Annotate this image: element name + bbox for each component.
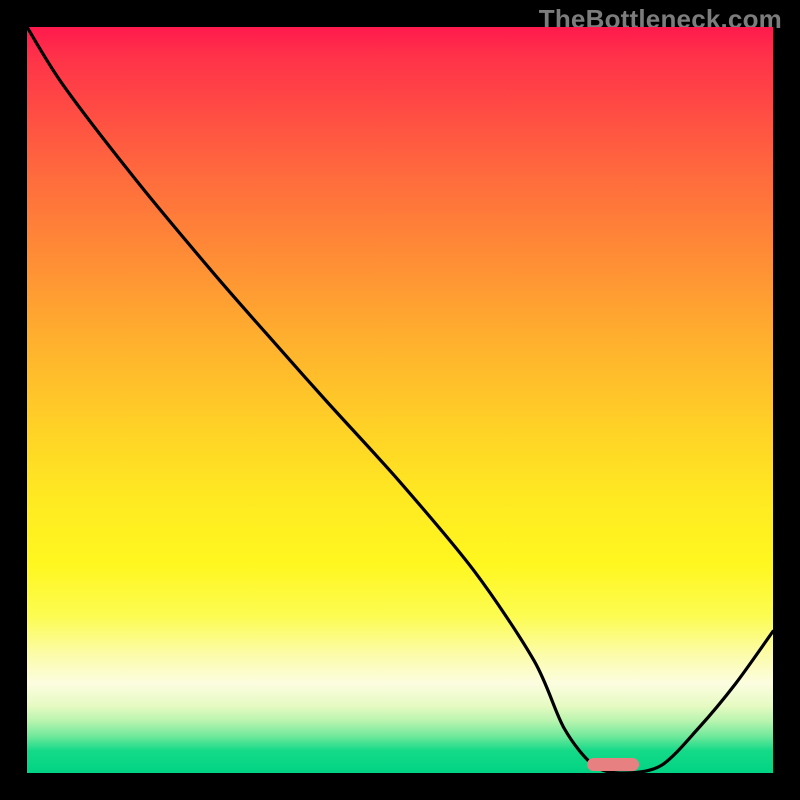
chart-frame: TheBottleneck.com bbox=[0, 0, 800, 800]
plot-area bbox=[27, 27, 773, 773]
target-marker bbox=[587, 758, 639, 771]
severity-gradient bbox=[27, 27, 773, 773]
